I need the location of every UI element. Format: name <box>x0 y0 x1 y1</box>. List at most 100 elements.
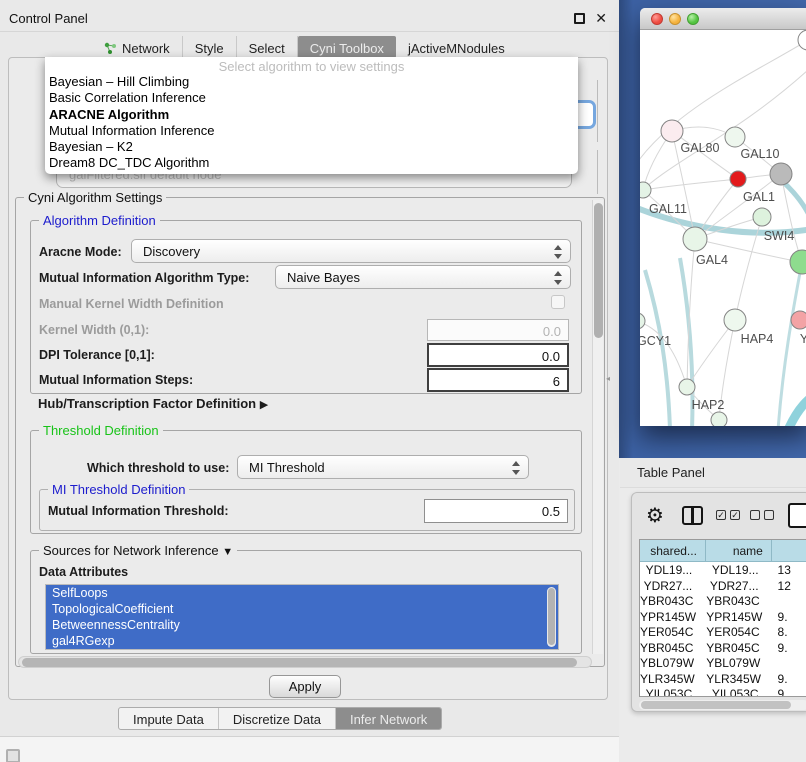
table-row[interactable]: YPR145W YPR145W 9. <box>640 609 806 625</box>
table-row[interactable]: YBR045C YBR045C 9. <box>640 640 806 656</box>
network-node-label: Y <box>800 332 806 346</box>
network-node-y[interactable] <box>791 311 806 329</box>
network-node-label: HAP4 <box>741 332 774 346</box>
network-node-label: GCY1 <box>640 334 671 348</box>
column-header-3[interactable] <box>772 540 806 562</box>
network-tab-icon <box>104 42 117 55</box>
close-icon[interactable]: ✕ <box>595 10 607 27</box>
table-row[interactable]: YBR043C YBR043C <box>640 593 806 609</box>
node-table: shared... name YDL19... YDL19... 13 YDR2… <box>639 539 806 697</box>
expanded-arrow-icon: ▼ <box>222 546 233 558</box>
close-traffic-light-icon[interactable] <box>651 13 663 25</box>
minimized-panel-icon[interactable] <box>6 749 20 762</box>
combo-spinner-icon <box>553 270 562 286</box>
network-window-titlebar[interactable] <box>640 8 806 30</box>
list-item-selfloops[interactable]: SelfLoops <box>46 585 558 601</box>
column-header-shared[interactable]: shared... <box>640 540 706 562</box>
network-node[interactable] <box>770 163 792 185</box>
table-panel-window: ⚙ ✓ ✓ shared... name YDL19... YDL19... 1… <box>631 492 806 712</box>
attributes-list-scrollbar-thumb[interactable] <box>548 588 555 645</box>
tab-select[interactable]: Select <box>237 36 298 58</box>
mi-threshold-field[interactable]: 0.5 <box>424 499 568 523</box>
list-item-betweennesscentrality[interactable]: BetweennessCentrality <box>46 617 558 633</box>
network-node-gal10[interactable] <box>725 127 745 147</box>
tab-infer-network[interactable]: Infer Network <box>336 708 441 729</box>
control-panel-title: Control Panel <box>9 11 88 26</box>
mi-algorithm-type-label: Mutual Information Algorithm Type: <box>39 271 249 285</box>
tab-style[interactable]: Style <box>183 36 237 58</box>
network-node-gcy1[interactable] <box>640 313 645 329</box>
split-columns-icon[interactable] <box>682 506 703 525</box>
zoom-traffic-light-icon[interactable] <box>687 13 699 25</box>
network-node-label: GAL1 <box>743 190 775 204</box>
network-node[interactable] <box>798 30 806 50</box>
mi-threshold-label: Mutual Information Threshold: <box>48 504 229 518</box>
minimize-traffic-light-icon[interactable] <box>669 13 681 25</box>
network-canvas[interactable]: GAL80GAL10GAL1GAL11SWI4GAL4GCY1HAP4YHAP2 <box>640 30 806 426</box>
settings-vertical-scrollbar-thumb[interactable] <box>594 203 603 338</box>
hub-tf-expander[interactable]: Hub/Transcription Factor Definition ▶ <box>38 396 268 411</box>
option-basic-correlation-inference[interactable]: Basic Correlation Inference <box>45 90 578 106</box>
network-node-swi4[interactable] <box>753 208 771 226</box>
panel-divider-grip[interactable] <box>606 368 613 379</box>
mi-steps-field[interactable]: 6 <box>427 368 569 392</box>
option-bayesian-hill-climbing[interactable]: Bayesian – Hill Climbing <box>45 74 578 90</box>
gear-icon[interactable]: ⚙ <box>646 503 664 527</box>
cyni-algorithm-settings-title: Cyni Algorithm Settings <box>24 190 166 205</box>
table-row[interactable]: YIL053C YIL053C 9 <box>640 686 806 697</box>
network-node-hap2[interactable] <box>679 379 695 395</box>
deselect-all-checkboxes-icon[interactable] <box>750 510 774 520</box>
network-node-gal1[interactable] <box>730 171 746 187</box>
network-node-hap4[interactable] <box>724 309 746 331</box>
aracne-mode-label: Aracne Mode: <box>39 245 122 259</box>
new-table-icon[interactable] <box>788 503 806 528</box>
algorithm-definition-title: Algorithm Definition <box>39 213 160 228</box>
kernel-width-field: 0.0 <box>427 319 569 341</box>
hidden-groupbox-border <box>597 80 598 142</box>
table-row[interactable]: YDR27... YDR27... 12 <box>640 578 806 594</box>
sources-expander[interactable]: Sources for Network Inference ▼ <box>39 543 237 558</box>
control-panel-titlebar: Control Panel ✕ <box>0 6 619 32</box>
aracne-mode-combo[interactable]: Discovery <box>131 239 571 263</box>
table-row[interactable]: YDL19... YDL19... 13 <box>640 562 806 578</box>
network-node-gal11[interactable] <box>640 182 651 198</box>
option-dream8-dc-tdc-algorithm[interactable]: Dream8 DC_TDC Algorithm <box>45 155 578 171</box>
list-item-topologicalcoefficient[interactable]: TopologicalCoefficient <box>46 601 558 617</box>
cyni-bottom-tabbar: Impute Data Discretize Data Infer Networ… <box>118 707 442 730</box>
algorithm-definition-group: Algorithm Definition Aracne Mode: Discov… <box>30 220 582 394</box>
network-node-gal80[interactable] <box>661 120 683 142</box>
tab-discretize-data[interactable]: Discretize Data <box>219 708 336 729</box>
table-horizontal-scrollbar[interactable] <box>639 700 806 710</box>
dropdown-placeholder: Select algorithm to view settings <box>45 57 578 74</box>
tab-network-label: Network <box>122 41 170 56</box>
mi-algorithm-type-combo[interactable]: Naive Bayes <box>275 265 571 289</box>
tab-jactivemnodules[interactable]: jActiveMNodules <box>396 36 517 58</box>
which-threshold-combo[interactable]: MI Threshold <box>237 455 529 479</box>
option-mutual-information-inference[interactable]: Mutual Information Inference <box>45 123 578 139</box>
settings-horizontal-scrollbar[interactable] <box>18 656 592 668</box>
settings-vertical-scrollbar[interactable] <box>592 200 603 654</box>
list-item-gal4rgexp[interactable]: gal4RGexp <box>46 633 558 649</box>
column-header-name[interactable]: name <box>706 540 772 562</box>
network-node[interactable] <box>790 250 806 274</box>
table-row[interactable]: YLR345W YLR345W 9. <box>640 671 806 687</box>
option-aracne-algorithm[interactable]: ARACNE Algorithm <box>45 107 578 123</box>
tab-impute-data[interactable]: Impute Data <box>119 708 219 729</box>
table-horizontal-scrollbar-thumb[interactable] <box>641 701 791 709</box>
network-node-label: SWI4 <box>764 229 795 243</box>
tab-cyni-toolbox[interactable]: Cyni Toolbox <box>298 36 396 58</box>
data-attributes-list: SelfLoops TopologicalCoefficient Between… <box>45 584 559 650</box>
option-bayesian-k2[interactable]: Bayesian – K2 <box>45 139 578 155</box>
combo-spinner-icon <box>553 244 562 260</box>
apply-button[interactable]: Apply <box>269 675 341 698</box>
table-row[interactable]: YBL079W YBL079W <box>640 655 806 671</box>
float-window-icon[interactable] <box>574 13 585 24</box>
dpi-tolerance-field[interactable]: 0.0 <box>427 343 569 367</box>
table-row[interactable]: YER054C YER054C 8. <box>640 624 806 640</box>
network-node[interactable] <box>711 412 727 426</box>
select-all-checkboxes-icon[interactable]: ✓ ✓ <box>716 510 740 520</box>
attributes-list-scrollbar[interactable] <box>547 587 556 647</box>
settings-horizontal-scrollbar-thumb[interactable] <box>22 658 577 667</box>
network-node-gal4[interactable] <box>683 227 707 251</box>
tab-network[interactable]: Network <box>92 36 183 58</box>
